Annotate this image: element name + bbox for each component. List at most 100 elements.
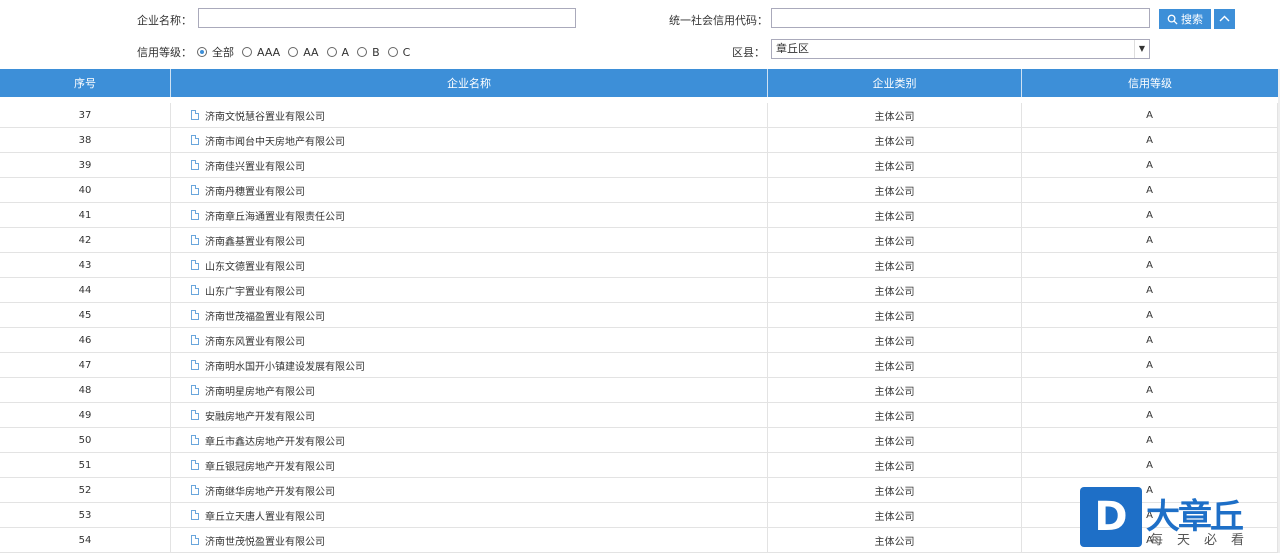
table-row[interactable]: 46 济南东风置业有限公司 主体公司 A — [0, 328, 1278, 353]
cell-company-type: 主体公司 — [768, 353, 1022, 377]
radio-b[interactable]: B — [357, 46, 380, 59]
column-header-number[interactable]: 序号 — [0, 69, 171, 97]
table-row[interactable]: 45 济南世茂福盈置业有限公司 主体公司 A — [0, 303, 1278, 328]
cell-company-name[interactable]: 济南文悦慧谷置业有限公司 — [171, 103, 768, 127]
document-icon — [191, 510, 199, 520]
company-name-link[interactable]: 章丘市鑫达房地产开发有限公司 — [205, 433, 345, 448]
cell-credit-level: A — [1022, 378, 1278, 402]
cell-company-name[interactable]: 章丘银冠房地产开发有限公司 — [171, 453, 768, 477]
cell-company-name[interactable]: 章丘立天唐人置业有限公司 — [171, 503, 768, 527]
company-name-link[interactable]: 山东文德置业有限公司 — [205, 258, 305, 273]
radio-c[interactable]: C — [387, 46, 410, 59]
cell-number: 47 — [0, 353, 171, 377]
radio-circle[interactable] — [357, 47, 368, 57]
cell-company-name[interactable]: 济南佳兴置业有限公司 — [171, 153, 768, 177]
cell-company-name[interactable]: 山东广宇置业有限公司 — [171, 278, 768, 302]
company-name-link[interactable]: 安融房地产开发有限公司 — [205, 408, 315, 423]
cell-company-type: 主体公司 — [768, 253, 1022, 277]
cell-company-type: 主体公司 — [768, 128, 1022, 152]
company-name-link[interactable]: 济南鑫基置业有限公司 — [205, 233, 305, 248]
logo-letter: D — [1080, 487, 1142, 547]
dropdown-arrow-icon[interactable]: ▼ — [1134, 40, 1149, 58]
radio-circle[interactable] — [242, 47, 252, 57]
cell-number: 52 — [0, 478, 171, 502]
cell-number: 44 — [0, 278, 171, 302]
table-row[interactable]: 51 章丘银冠房地产开发有限公司 主体公司 A — [0, 453, 1278, 478]
column-header-company-type[interactable]: 企业类别 — [768, 69, 1022, 97]
radio-a[interactable]: A — [326, 46, 349, 59]
cell-company-name[interactable]: 济南明星房地产有限公司 — [171, 378, 768, 402]
table-row[interactable]: 40 济南丹穗置业有限公司 主体公司 A — [0, 178, 1278, 203]
cell-number: 49 — [0, 403, 171, 427]
cell-company-name[interactable]: 济南明水国开小镇建设发展有限公司 — [171, 353, 768, 377]
cell-company-name[interactable]: 安融房地产开发有限公司 — [171, 403, 768, 427]
table-row[interactable]: 37 济南文悦慧谷置业有限公司 主体公司 A — [0, 103, 1278, 128]
company-name-link[interactable]: 济南继华房地产开发有限公司 — [205, 483, 335, 498]
cell-number: 46 — [0, 328, 171, 352]
company-name-link[interactable]: 济南明水国开小镇建设发展有限公司 — [205, 358, 365, 373]
cell-company-name[interactable]: 济南市闻台中天房地产有限公司 — [171, 128, 768, 152]
company-name-link[interactable]: 济南文悦慧谷置业有限公司 — [205, 108, 325, 123]
cell-number: 51 — [0, 453, 171, 477]
cell-company-name[interactable]: 济南鑫基置业有限公司 — [171, 228, 768, 252]
table-row[interactable]: 41 济南章丘海通置业有限责任公司 主体公司 A — [0, 203, 1278, 228]
cell-company-name[interactable]: 济南东风置业有限公司 — [171, 328, 768, 352]
company-name-link[interactable]: 济南明星房地产有限公司 — [205, 383, 315, 398]
cell-company-name[interactable]: 济南丹穗置业有限公司 — [171, 178, 768, 202]
company-name-input[interactable] — [198, 8, 576, 28]
company-name-link[interactable]: 济南市闻台中天房地产有限公司 — [205, 133, 345, 148]
company-name-link[interactable]: 章丘银冠房地产开发有限公司 — [205, 458, 335, 473]
search-button[interactable]: 搜索 — [1159, 9, 1211, 29]
radio-circle[interactable] — [197, 47, 207, 57]
cell-company-name[interactable]: 章丘市鑫达房地产开发有限公司 — [171, 428, 768, 452]
table-row[interactable]: 44 山东广宇置业有限公司 主体公司 A — [0, 278, 1278, 303]
table-row[interactable]: 47 济南明水国开小镇建设发展有限公司 主体公司 A — [0, 353, 1278, 378]
document-icon — [191, 410, 199, 420]
company-name-link[interactable]: 济南世茂悦盈置业有限公司 — [205, 533, 325, 548]
cell-credit-level: A — [1022, 103, 1278, 127]
cell-company-type: 主体公司 — [768, 453, 1022, 477]
radio-all[interactable]: 全部 — [197, 44, 234, 60]
document-icon — [191, 335, 199, 345]
credit-level-label: 信用等级： — [137, 46, 192, 59]
credit-code-input[interactable] — [771, 8, 1150, 28]
radio-aaa[interactable]: AAA — [242, 46, 280, 59]
column-header-company-name[interactable]: 企业名称 — [171, 69, 768, 97]
district-select[interactable]: 章丘区 ▼ — [771, 39, 1150, 59]
company-name-link[interactable]: 章丘立天唐人置业有限公司 — [205, 508, 325, 523]
radio-aa[interactable]: AA — [288, 46, 319, 59]
company-name-link[interactable]: 济南世茂福盈置业有限公司 — [205, 308, 325, 323]
logo-subtitle: 每天必看 — [1150, 533, 1259, 548]
column-header-credit-level[interactable]: 信用等级 — [1022, 69, 1278, 97]
table-row[interactable]: 39 济南佳兴置业有限公司 主体公司 A — [0, 153, 1278, 178]
cell-company-type: 主体公司 — [768, 403, 1022, 427]
radio-circle[interactable] — [288, 47, 299, 57]
table-row[interactable]: 50 章丘市鑫达房地产开发有限公司 主体公司 A — [0, 428, 1278, 453]
cell-company-name[interactable]: 济南世茂悦盈置业有限公司 — [171, 528, 768, 552]
table-row[interactable]: 38 济南市闻台中天房地产有限公司 主体公司 A — [0, 128, 1278, 153]
table-row[interactable]: 49 安融房地产开发有限公司 主体公司 A — [0, 403, 1278, 428]
company-name-link[interactable]: 济南佳兴置业有限公司 — [205, 158, 305, 173]
company-name-link[interactable]: 山东广宇置业有限公司 — [205, 283, 305, 298]
company-name-link[interactable]: 济南章丘海通置业有限责任公司 — [205, 208, 345, 223]
radio-circle[interactable] — [387, 47, 398, 57]
cell-company-name[interactable]: 济南继华房地产开发有限公司 — [171, 478, 768, 502]
cell-number: 40 — [0, 178, 171, 202]
search-button-label: 搜索 — [1181, 13, 1203, 26]
company-name-link[interactable]: 济南东风置业有限公司 — [205, 333, 305, 348]
cell-company-type: 主体公司 — [768, 303, 1022, 327]
cell-company-name[interactable]: 山东文德置业有限公司 — [171, 253, 768, 277]
radio-circle[interactable] — [326, 47, 337, 57]
cell-credit-level: A — [1022, 203, 1278, 227]
table-row[interactable]: 42 济南鑫基置业有限公司 主体公司 A — [0, 228, 1278, 253]
table-row[interactable]: 48 济南明星房地产有限公司 主体公司 A — [0, 378, 1278, 403]
company-name-link[interactable]: 济南丹穗置业有限公司 — [205, 183, 305, 198]
credit-code-label: 统一社会信用代码： — [669, 14, 768, 27]
table-row[interactable]: 43 山东文德置业有限公司 主体公司 A — [0, 253, 1278, 278]
cell-company-name[interactable]: 济南章丘海通置业有限责任公司 — [171, 203, 768, 227]
radio-label: B — [372, 45, 380, 59]
document-icon — [191, 485, 199, 495]
collapse-button[interactable] — [1214, 9, 1235, 29]
document-icon — [191, 385, 199, 395]
cell-company-name[interactable]: 济南世茂福盈置业有限公司 — [171, 303, 768, 327]
